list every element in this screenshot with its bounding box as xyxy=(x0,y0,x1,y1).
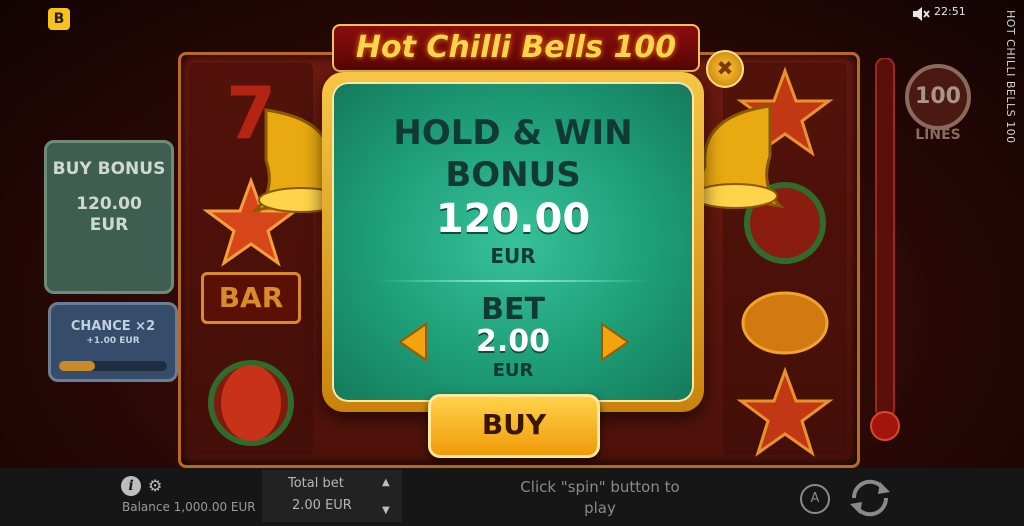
buy-bonus-amount: 120.00 xyxy=(76,194,142,214)
buy-button[interactable]: BUY xyxy=(428,394,600,458)
speaker-muted-icon[interactable] xyxy=(912,6,930,22)
brand-logo-button[interactable]: B xyxy=(48,8,70,30)
bet-increase-arrow-icon[interactable] xyxy=(600,322,630,362)
star-symbol xyxy=(736,366,834,457)
bet-currency: EUR xyxy=(492,360,534,381)
bet-up-arrow-icon[interactable]: ▲ xyxy=(382,477,390,488)
total-bet-label: Total bet xyxy=(288,476,344,491)
balance-readout: Balance 1,000.00 EUR xyxy=(122,500,256,514)
hold-and-win-dialog: HOLD & WIN BONUS 120.00 EUR BET 2.00 EUR xyxy=(322,72,704,412)
spin-button-icon[interactable] xyxy=(846,474,894,522)
bet-value: 2.00 xyxy=(475,324,551,359)
bet-label: BET xyxy=(481,292,545,327)
bell-icon xyxy=(692,104,785,209)
lines-count-badge: 100 xyxy=(905,64,971,130)
chance-toggle-track[interactable] xyxy=(59,361,167,371)
game-title-vertical: HOT CHILLI BELLS 100 xyxy=(1004,10,1017,144)
autoplay-button[interactable]: A xyxy=(800,484,830,514)
dialog-title: HOLD & WIN BONUS xyxy=(332,112,694,196)
chance-x2-panel[interactable]: CHANCE ×2 +1.00 EUR xyxy=(48,302,178,382)
game-logo-text: Hot Chilli Bells 100 xyxy=(355,30,677,65)
bet-down-arrow-icon[interactable]: ▼ xyxy=(382,505,390,516)
total-bet-value: 2.00 EUR xyxy=(292,498,352,513)
lines-label: LINES xyxy=(915,127,961,143)
clock: 22:51 xyxy=(934,5,966,18)
thermometer-meter xyxy=(870,58,900,441)
chance-subtitle: +1.00 EUR xyxy=(86,336,140,346)
info-icon[interactable]: i xyxy=(121,476,141,496)
dialog-divider xyxy=(376,280,650,282)
watermelon-symbol xyxy=(208,360,294,446)
bar-symbol: BAR xyxy=(201,263,301,333)
bet-decrease-arrow-icon[interactable] xyxy=(398,322,428,362)
buy-bonus-panel[interactable]: BUY BONUS 120.00 EUR xyxy=(44,140,174,294)
close-button[interactable]: ✖ xyxy=(706,50,744,88)
gear-icon[interactable]: ⚙ xyxy=(148,478,164,494)
dialog-panel: HOLD & WIN BONUS 120.00 EUR BET 2.00 EUR xyxy=(332,82,694,402)
chance-title: CHANCE ×2 xyxy=(70,319,156,334)
bar-symbol-label: BAR xyxy=(201,272,301,324)
game-logo: Hot Chilli Bells 100 xyxy=(332,24,700,72)
bonus-price-currency: EUR xyxy=(490,244,536,268)
game-stage: B 22:51 HOT CHILLI BELLS 100 7 BAR BUY B… xyxy=(0,0,1024,526)
chance-toggle-fill xyxy=(59,361,95,371)
lemon-symbol xyxy=(741,291,829,355)
buy-bonus-currency: EUR xyxy=(89,215,129,235)
dialog-title-line-2: BONUS xyxy=(445,155,581,195)
bonus-price: 120.00 xyxy=(435,196,591,242)
dialog-title-line-1: HOLD & WIN xyxy=(393,113,633,153)
spin-hint-text: Click "spin" button to play xyxy=(520,478,680,517)
buy-bonus-title: BUY BONUS xyxy=(52,159,166,179)
